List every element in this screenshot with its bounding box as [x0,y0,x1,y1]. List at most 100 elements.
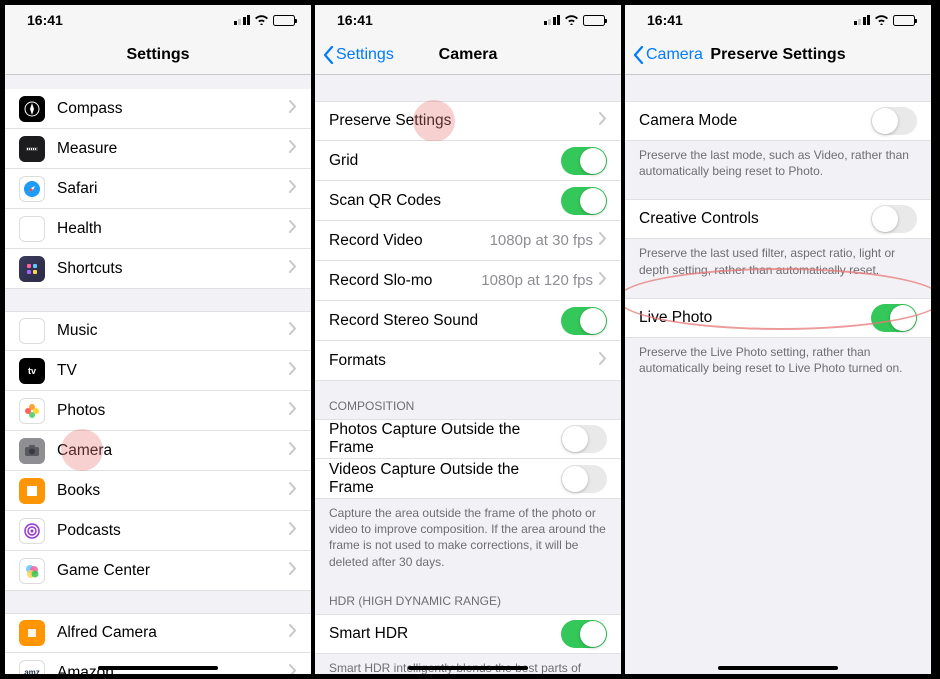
status-indicators [854,12,916,28]
toggle-switch[interactable] [561,187,607,215]
row-camera-mode[interactable]: Camera Mode [625,101,931,141]
cellular-icon [234,15,251,25]
settings-row-alfred[interactable]: Alfred Camera [5,613,311,653]
toggle-switch[interactable] [561,307,607,335]
row-scan-qr[interactable]: Scan QR Codes [315,181,621,221]
compass-icon [19,96,45,122]
settings-row-shortcuts[interactable]: Shortcuts [5,249,311,289]
toggle-switch[interactable] [561,147,607,175]
section-footer: Smart HDR intelligently blends the best … [315,654,621,674]
toggle-switch[interactable] [561,465,607,493]
row-label: Record Slo-mo [329,272,481,290]
row-smart-hdr[interactable]: Smart HDR [315,614,621,654]
chevron-right-icon [289,322,297,340]
settings-group: Photos Capture Outside the Frame Videos … [315,419,621,499]
settings-list[interactable]: Compass Measure Safari ♥ Health [5,75,311,674]
toggle-switch[interactable] [871,107,917,135]
wifi-icon [874,12,889,28]
home-indicator[interactable] [98,666,218,671]
alfred-icon [19,620,45,646]
toggle-switch[interactable] [871,304,917,332]
settings-row-tv[interactable]: tv TV [5,351,311,391]
section-footer: Preserve the Live Photo setting, rather … [625,338,931,382]
camera-settings-list[interactable]: Preserve Settings Grid Scan QR Codes Rec… [315,75,621,674]
row-label: Smart HDR [329,625,561,643]
home-indicator[interactable] [718,666,838,671]
books-icon [19,478,45,504]
toggle-switch[interactable] [871,205,917,233]
row-label: Music [57,322,289,340]
cellular-icon [544,15,561,25]
battery-icon [273,15,295,26]
settings-row-podcasts[interactable]: Podcasts [5,511,311,551]
toggle-switch[interactable] [561,425,607,453]
settings-row-books[interactable]: Books [5,471,311,511]
row-label: Camera [57,442,289,460]
status-bar: 16:41 [5,5,311,35]
row-videos-outside-frame[interactable]: Videos Capture Outside the Frame [315,459,621,499]
settings-row-gamecenter[interactable]: Game Center [5,551,311,591]
settings-row-photos[interactable]: Photos [5,391,311,431]
shortcuts-icon [19,256,45,282]
settings-row-compass[interactable]: Compass [5,89,311,129]
section-footer: Preserve the last mode, such as Video, r… [625,141,931,185]
chevron-right-icon [289,180,297,198]
row-label: Podcasts [57,522,289,540]
battery-icon [583,15,605,26]
row-record-video[interactable]: Record Video 1080p at 30 fps [315,221,621,261]
measure-icon [19,136,45,162]
back-button[interactable]: Camera [633,46,703,64]
preserve-settings-list[interactable]: Camera Mode Preserve the last mode, such… [625,75,931,674]
chevron-right-icon [289,220,297,238]
back-button[interactable]: Settings [323,46,394,64]
page-title: Settings [5,46,311,64]
chevron-right-icon [599,352,607,370]
tv-icon: tv [19,358,45,384]
chevron-right-icon [289,100,297,118]
camera-screen: 16:41 Settings Camera Preserve Settings … [315,5,625,674]
row-creative-controls[interactable]: Creative Controls [625,199,931,239]
row-label: Photos Capture Outside the Frame [329,421,561,457]
settings-row-safari[interactable]: Safari [5,169,311,209]
settings-group: Camera Mode [625,101,931,141]
row-preserve-settings[interactable]: Preserve Settings [315,101,621,141]
chevron-right-icon [289,522,297,540]
row-label: Books [57,482,289,500]
settings-row-amazon[interactable]: amz Amazon [5,653,311,674]
section-header: COMPOSITION [315,381,621,419]
settings-row-measure[interactable]: Measure [5,129,311,169]
chevron-right-icon [289,140,297,158]
gamecenter-icon [19,558,45,584]
status-time: 16:41 [337,12,373,28]
row-record-slomo[interactable]: Record Slo-mo 1080p at 120 fps [315,261,621,301]
safari-icon [19,176,45,202]
row-live-photo[interactable]: Live Photo [625,298,931,338]
row-photos-outside-frame[interactable]: Photos Capture Outside the Frame [315,419,621,459]
status-time: 16:41 [647,12,683,28]
wifi-icon [564,12,579,28]
settings-row-music[interactable]: ♫ Music [5,311,311,351]
row-formats[interactable]: Formats [315,341,621,381]
row-stereo-sound[interactable]: Record Stereo Sound [315,301,621,341]
row-label: Grid [329,152,561,170]
back-label: Camera [646,46,703,64]
row-label: Record Stereo Sound [329,312,561,330]
chevron-right-icon [599,112,607,130]
back-label: Settings [336,46,394,64]
settings-screen: 16:41 Settings Compass [5,5,315,674]
chevron-right-icon [289,562,297,580]
battery-icon [893,15,915,26]
status-indicators [544,12,606,28]
chevron-right-icon [289,402,297,420]
settings-group: Compass Measure Safari ♥ Health [5,89,311,289]
settings-row-health[interactable]: ♥ Health [5,209,311,249]
settings-row-camera[interactable]: Camera [5,431,311,471]
row-grid[interactable]: Grid [315,141,621,181]
row-label: Videos Capture Outside the Frame [329,461,561,497]
status-bar: 16:41 [625,5,931,35]
navbar: Camera Preserve Settings [625,35,931,75]
status-bar: 16:41 [315,5,621,35]
home-indicator[interactable] [408,666,528,671]
toggle-switch[interactable] [561,620,607,648]
status-time: 16:41 [27,12,63,28]
